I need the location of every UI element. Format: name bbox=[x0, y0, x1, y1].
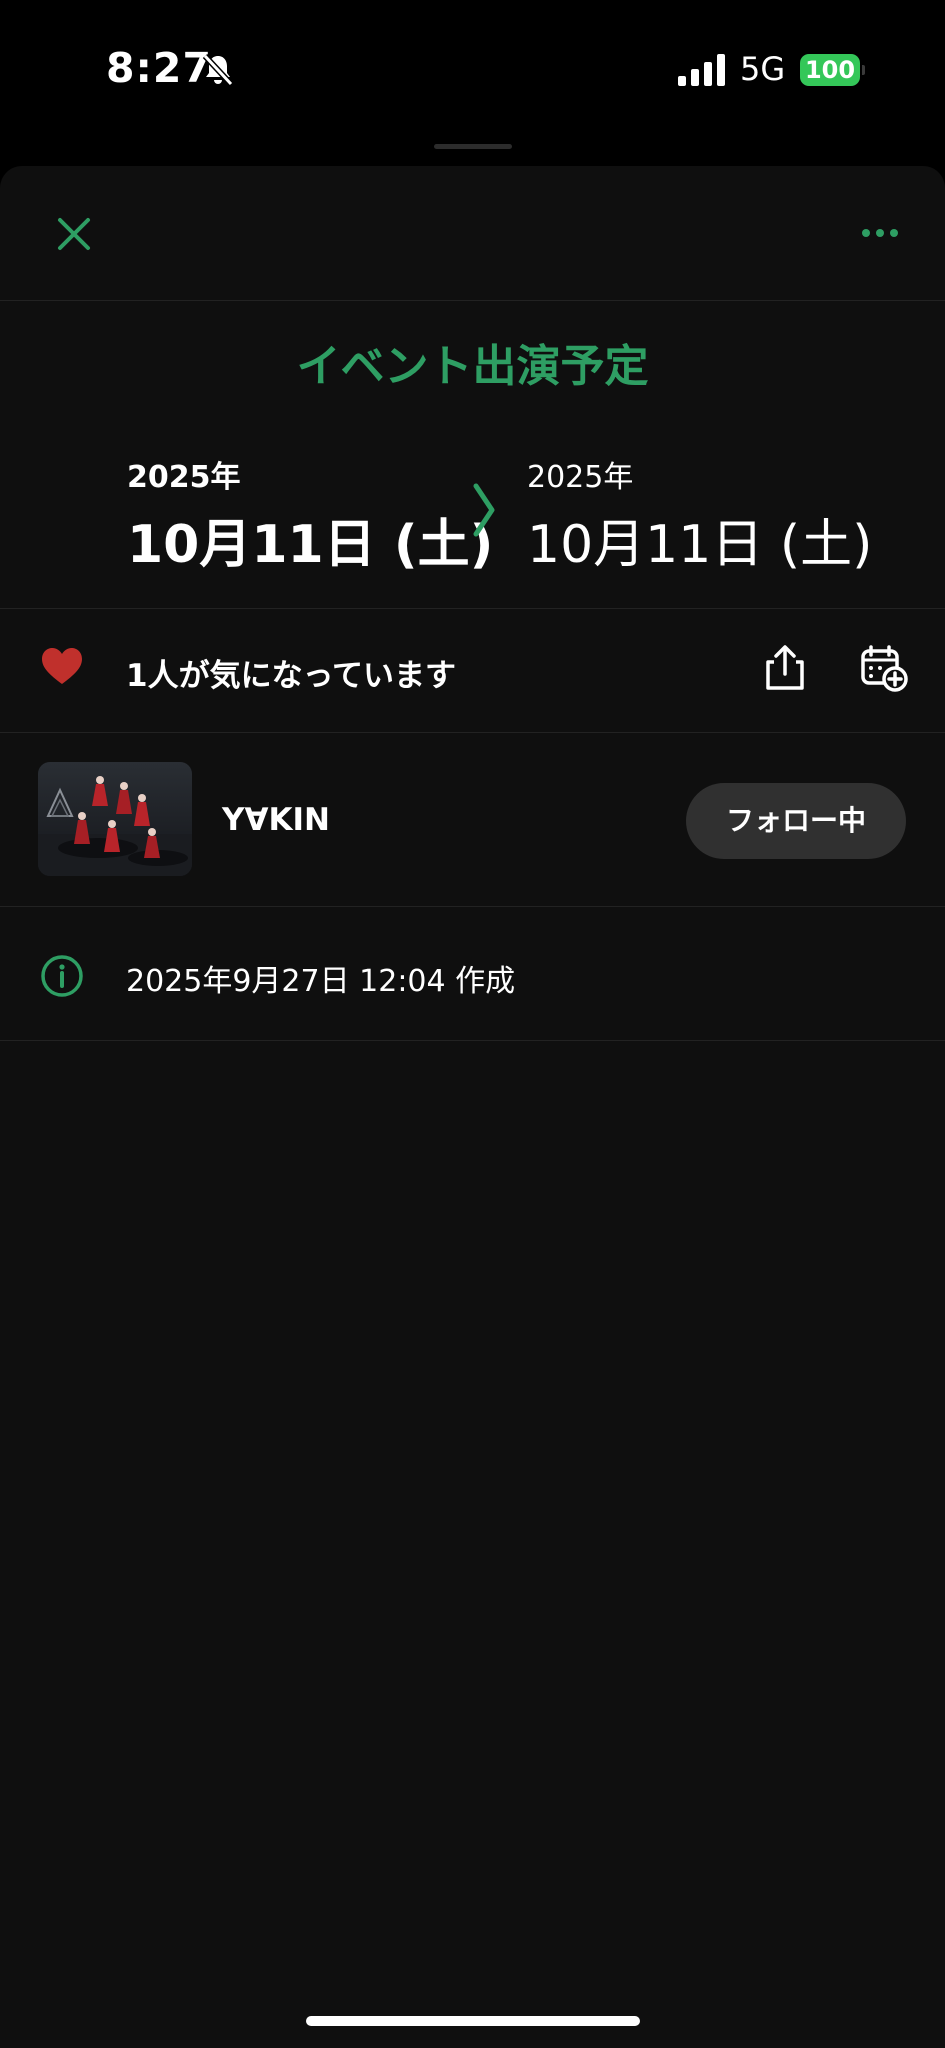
end-year: 2025年 bbox=[527, 460, 634, 495]
heart-icon[interactable] bbox=[40, 646, 84, 686]
divider bbox=[0, 906, 945, 907]
status-time: 8:27 bbox=[106, 44, 212, 92]
close-icon[interactable] bbox=[50, 210, 98, 258]
divider bbox=[0, 1040, 945, 1041]
screen: 8:27 5G 100 イベント出演予定 2025年 10月11日 (土) 20… bbox=[0, 0, 945, 2048]
start-date: 2025年 10月11日 (土) bbox=[127, 452, 493, 577]
signal-icon bbox=[678, 54, 725, 86]
artist-name[interactable]: Y∀KIN bbox=[222, 802, 330, 838]
share-icon[interactable] bbox=[762, 644, 808, 692]
chevron-right-icon bbox=[473, 483, 495, 537]
bell-slash-icon bbox=[202, 53, 234, 87]
divider bbox=[0, 300, 945, 301]
created-timestamp: 2025年9月27日 12:04 作成 bbox=[126, 964, 516, 999]
info-icon bbox=[41, 955, 83, 997]
battery-icon: 100 bbox=[800, 54, 865, 86]
artist-thumbnail[interactable] bbox=[38, 762, 192, 876]
artist-photo bbox=[38, 762, 192, 876]
battery-level: 100 bbox=[804, 56, 856, 84]
event-title: イベント出演予定 bbox=[296, 341, 649, 392]
battery-tip bbox=[862, 65, 865, 75]
network-type: 5G bbox=[740, 50, 786, 88]
calendar-add-icon[interactable] bbox=[860, 644, 908, 692]
home-indicator[interactable] bbox=[306, 2016, 640, 2026]
interest-count: 1人が気になっています bbox=[126, 658, 457, 694]
start-day: 10月11日 (土) bbox=[127, 515, 494, 575]
sheet-grabber[interactable] bbox=[434, 144, 512, 149]
event-sheet: イベント出演予定 2025年 10月11日 (土) 2025年 10月11日 (… bbox=[0, 166, 945, 2048]
follow-button[interactable]: フォロー中 bbox=[686, 783, 906, 859]
divider bbox=[0, 608, 945, 609]
start-year: 2025年 bbox=[127, 460, 241, 495]
end-day: 10月11日 (土) bbox=[527, 515, 873, 575]
more-icon[interactable] bbox=[856, 216, 904, 250]
end-date: 2025年 10月11日 (土) bbox=[527, 452, 872, 577]
divider bbox=[0, 732, 945, 733]
status-bar: 8:27 5G 100 bbox=[0, 0, 945, 140]
